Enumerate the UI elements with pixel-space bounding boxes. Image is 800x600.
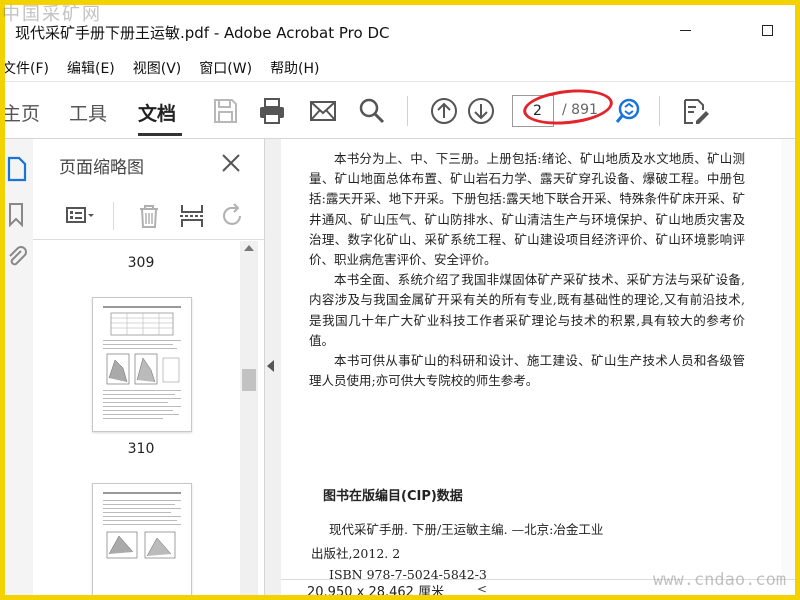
cip-line: 出版社,2012. 2 [311,546,401,561]
scrollbar-thumb[interactable] [242,369,256,391]
zoom-icon[interactable] [613,96,643,126]
minimize-button[interactable] [665,15,705,45]
cip-line: 现代采矿手册. 下册/王运敏主编. —北京:冶金工业 [329,522,604,537]
thumbnail-label: 310 [127,441,155,457]
close-icon[interactable] [219,151,243,175]
active-tab-indicator [138,133,182,136]
options-menu-icon[interactable] [65,202,95,230]
toolbar-separator [407,96,408,126]
save-icon[interactable] [210,96,240,126]
tab-home[interactable]: 主页 [5,99,40,126]
thumbnail-label: 309 [127,255,155,271]
document-scrollbar[interactable] [781,139,795,579]
document-view[interactable]: 本书分为上、中、下三册。上册包括:绪论、矿山地质及水文地质、矿山测量、矿山地面总… [281,139,795,579]
thumbnail-scrollbar[interactable] [240,241,258,595]
print-icon[interactable] [257,96,287,126]
navigation-rail [5,139,33,595]
page-thumbnails-icon[interactable] [5,155,29,183]
menu-edit[interactable]: 编辑(E) [67,58,115,78]
paragraph: 本书分为上、中、下三册。上册包括:绪论、矿山地质及水文地质、矿山测量、矿山地面总… [309,151,745,268]
scroll-left-arrow-icon[interactable]: < [477,582,487,595]
cip-heading: 图书在版编目(CIP)数据 [323,489,463,504]
acrobat-window: 现代采矿手册下册王运敏.pdf - Adobe Acrobat Pro DC 文… [5,5,795,595]
menu-help[interactable]: 帮助(H) [270,58,319,78]
menu-file[interactable]: 文件(F) [5,58,49,78]
thumbnail-page[interactable] [92,483,192,595]
title-bar: 现代采矿手册下册王运敏.pdf - Adobe Acrobat Pro DC [5,5,795,55]
page-thumbnails-panel: 页面缩略图 309 310 [33,139,265,595]
thumbnail-list[interactable]: 309 310 [33,241,249,595]
email-icon[interactable] [308,96,338,126]
thumbnail-toolbar [33,194,265,240]
menu-bar: 文件(F) 编辑(E) 视图(V) 窗口(W) 帮助(H) [5,55,795,81]
attachment-icon[interactable] [5,243,29,271]
thumbnail-content [103,492,181,559]
collapse-panel-icon[interactable] [267,360,274,372]
paragraph: 本书可供从事矿山的科研和设计、施工建设、矿山生产技术人员和各级管理人员使用;亦可… [309,353,745,389]
cip-line: ISBN 978-7-5024-5842-3 [329,567,487,579]
document-body: 本书分为上、中、下三册。上册包括:绪论、矿山地质及水文地质、矿山测量、矿山地面总… [309,149,745,391]
maximize-button[interactable] [747,15,787,45]
main-toolbar: 主页 工具 文档 2 / 891 [5,81,795,139]
tab-tools[interactable]: 工具 [69,99,107,126]
thumbnail-content [103,306,181,419]
bookmark-icon[interactable] [5,201,29,229]
toolbar-separator [113,202,114,230]
extract-pages-icon[interactable] [177,202,207,230]
scroll-up-arrow-icon[interactable] [244,245,254,251]
search-icon[interactable] [357,96,387,126]
menu-window[interactable]: 窗口(W) [199,58,252,78]
page-down-icon[interactable] [466,96,496,126]
paragraph: 本书全面、系统介绍了我国非煤固体矿产采矿技术、采矿方法与采矿设备,内容涉及与我国… [309,272,745,348]
thumbnail-page[interactable] [92,297,192,432]
panel-title: 页面缩略图 [59,158,144,178]
site-watermark: www.cndao.com [653,570,787,590]
delete-icon[interactable] [134,202,164,230]
site-watermark: 中国采矿网 [2,4,102,25]
menu-view[interactable]: 视图(V) [133,58,182,78]
page-size-readout: 20.950 x 28.462 厘米 [307,585,445,595]
edit-pdf-icon[interactable] [680,96,710,126]
rotate-icon[interactable] [218,202,248,230]
page-up-icon[interactable] [429,96,459,126]
tab-document[interactable]: 文档 [138,99,176,126]
toolbar-separator [659,96,660,126]
